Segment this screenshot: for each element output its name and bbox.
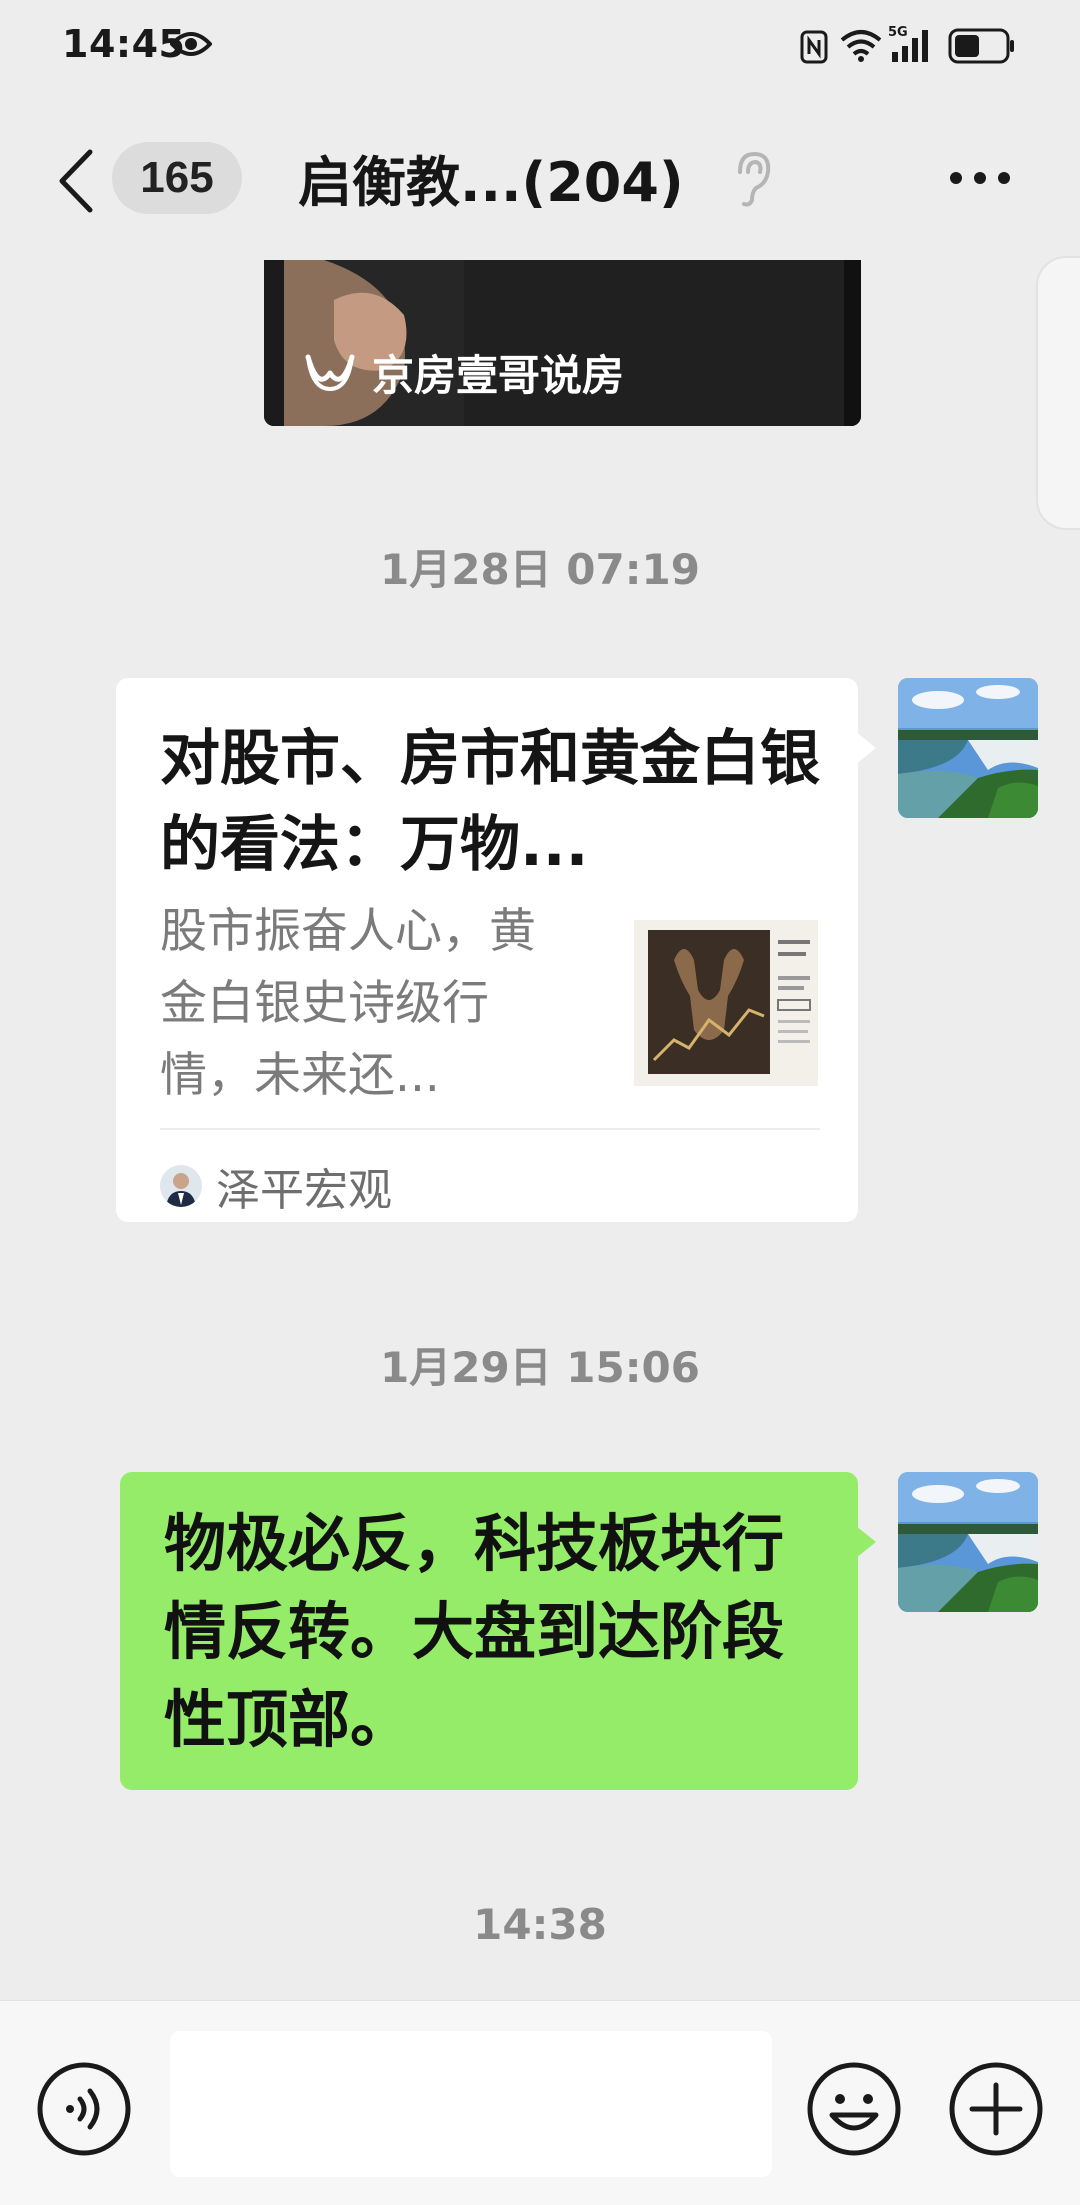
timestamp-2: 1月29日 15:06 [380,1343,700,1392]
eye-icon [170,32,212,56]
input-bar [0,2000,1080,2205]
network-label: 5G [888,25,908,40]
article-source: 泽平宏观 [160,1154,392,1218]
avatar[interactable] [898,1472,1038,1612]
channels-icon [305,354,355,391]
status-bar: 14:45 5G [0,0,1080,92]
video-channel-tag: 京房壹哥说房 [304,342,624,403]
article-card[interactable]: 对股市、房市和黄金白银的看法：万物... 股市振奋人心，黄金白银史诗级行情，未来… [116,678,876,1222]
article-divider [160,1128,820,1130]
nfc-icon [800,30,828,64]
floating-side-handle[interactable] [1036,256,1080,530]
ear-icon [738,151,771,207]
video-channel-name: 京房壹哥说房 [372,351,625,400]
status-time: 14:45 [62,22,186,66]
plus-icon[interactable] [948,2061,1044,2157]
unread-count-badge[interactable]: 165 [112,142,242,214]
voice-icon[interactable] [36,2061,132,2157]
emoji-icon[interactable] [806,2061,902,2157]
timestamp-1: 1月28日 07:19 [380,545,700,594]
sent-text-message[interactable]: 物极必反，科技板块行情反转。大盘到达阶段性顶部。 [120,1472,876,1790]
avatar[interactable] [898,678,1038,818]
article-thumbnail [634,920,818,1086]
message-input[interactable] [170,2031,772,2177]
signal-icon: 5G [888,25,928,62]
more-icon[interactable] [948,168,1012,188]
article-summary: 股市振奋人心，黄金白银史诗级行情，未来还... [160,904,536,1103]
source-avatar [160,1165,202,1207]
article-title: 对股市、房市和黄金白银的看法：万物... [160,724,820,880]
battery-icon [948,28,1014,64]
article-source-name: 泽平宏观 [216,1165,392,1216]
back-icon[interactable] [56,148,96,214]
wifi-icon [840,30,882,62]
timestamp-3: 14:38 [473,1900,607,1949]
video-card[interactable]: 京房壹哥说房 [264,260,861,426]
chat-title[interactable]: 启衡教...(204) [298,138,684,217]
chat-header: 165 启衡教...(204) [0,108,1080,243]
